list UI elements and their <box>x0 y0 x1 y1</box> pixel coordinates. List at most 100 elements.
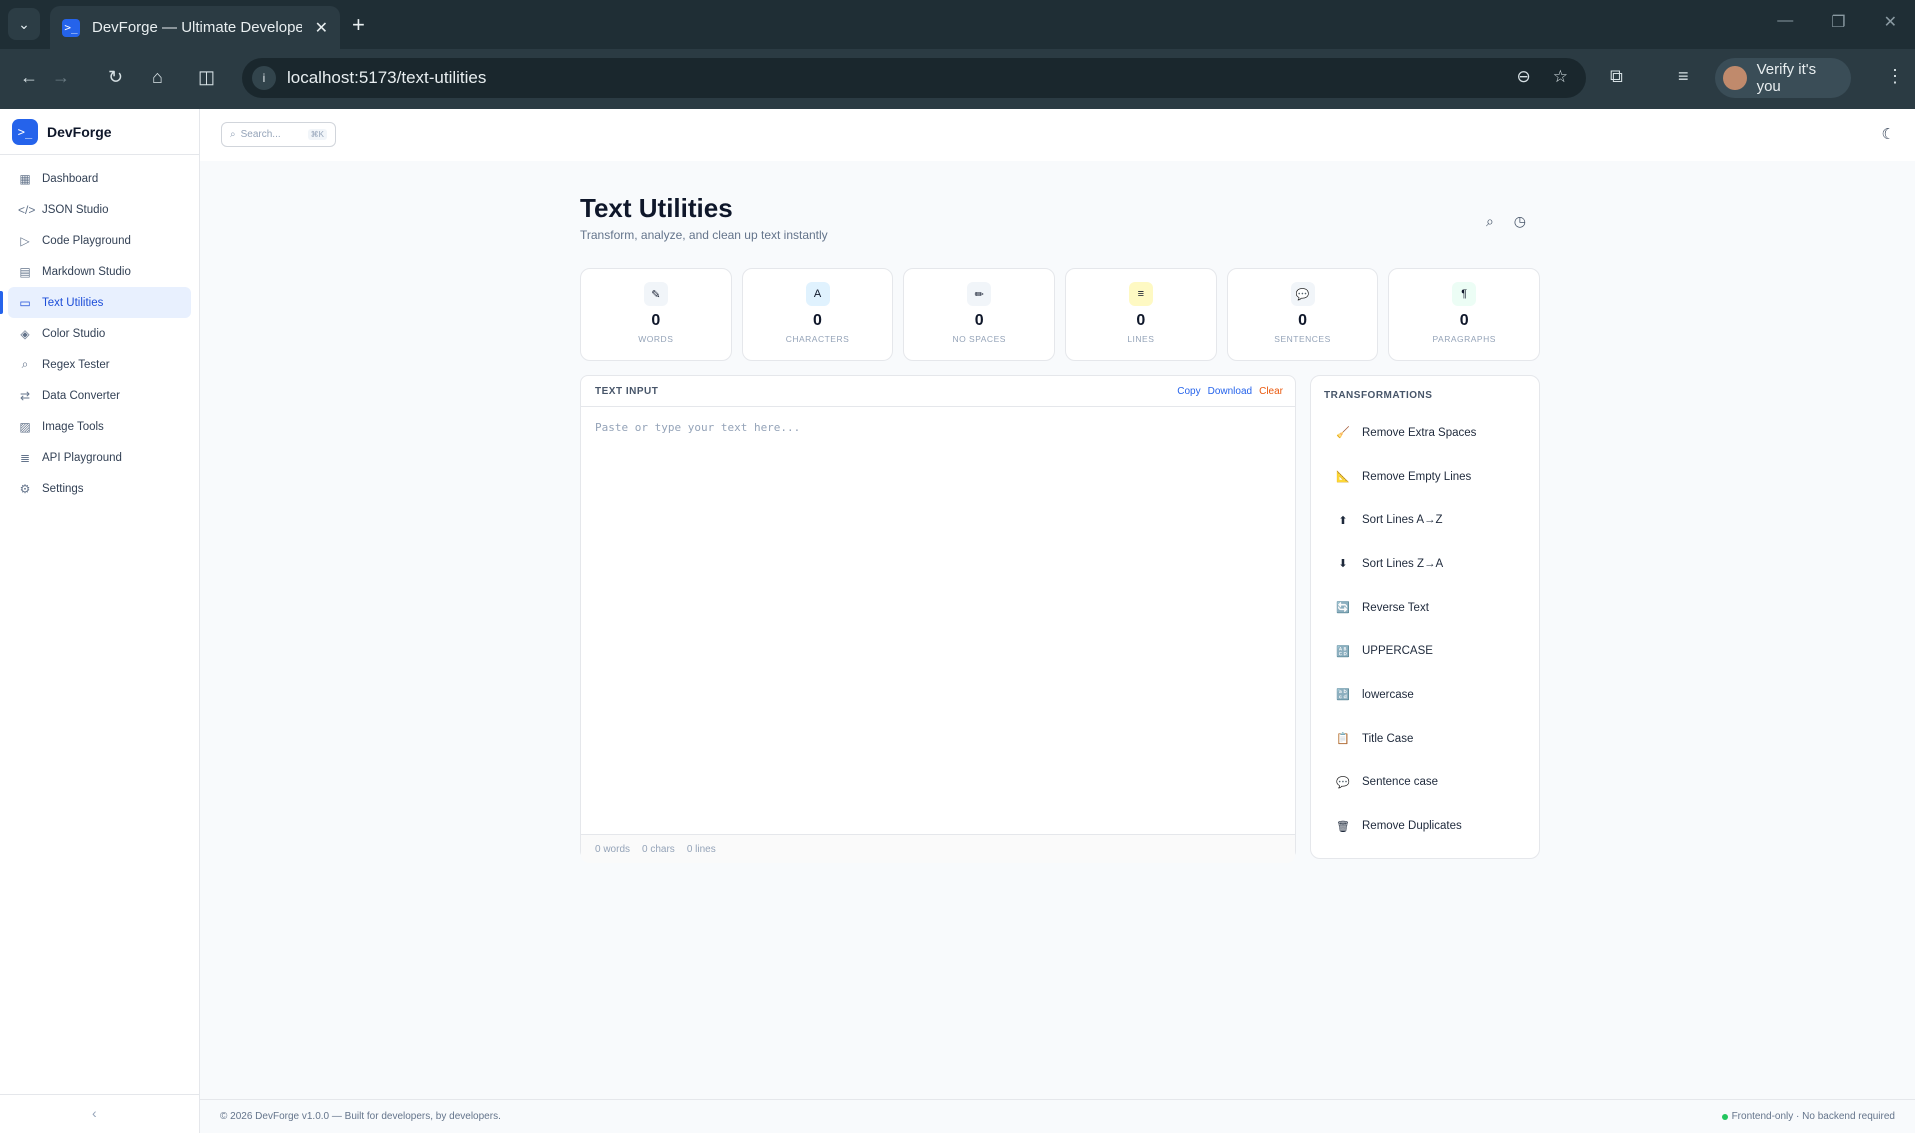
sidebar-nav: ▦ Dashboard </> JSON Studio ▷ Code Playground… <box>0 163 199 504</box>
search-icon[interactable]: ⌕ <box>1486 213 1494 230</box>
trash-icon: 🗑 <box>1336 820 1350 833</box>
page-subtitle: Transform, analyze, and clean up text in… <box>580 228 828 242</box>
lowercase-icon: 🔡 <box>1336 689 1350 702</box>
split-view-icon[interactable]: ◫ <box>198 67 215 88</box>
back-icon[interactable]: ← <box>20 67 38 88</box>
stat-card-words: ✎ 0 WORDS <box>580 268 732 361</box>
sidebar-item-regex-tester[interactable]: ⌕ Regex Tester <box>8 349 191 380</box>
sidebar-item-dashboard[interactable]: ▦ Dashboard <box>8 163 191 194</box>
sidebar-item-settings[interactable]: ⚙ Settings <box>8 473 191 504</box>
brand[interactable]: >_ DevForge <box>0 109 199 155</box>
transform-reverse-text[interactable]: 🔄 Reverse Text <box>1324 586 1526 630</box>
stat-value: 0 <box>1136 312 1146 329</box>
clear-button[interactable]: Clear <box>1259 386 1283 397</box>
transformations-list: 🧹 Remove Extra Spaces 📐 Remove Empty Lines ⬆… <box>1324 411 1526 848</box>
new-tab-icon[interactable]: + <box>352 12 365 38</box>
tab-title: DevForge — Ultimate Developer Toolkit <box>92 19 302 36</box>
sidebar: >_ DevForge ▦ Dashboard </> JSON Studio ▷ Cod… <box>0 109 200 1133</box>
stat-value: 0 <box>974 312 984 329</box>
moon-icon[interactable]: ☾ <box>1882 125 1895 143</box>
footer-copyright: © 2026 DevForge v1.0.0 — Built for devel… <box>220 1111 501 1122</box>
tab-search-chevron-icon[interactable]: ⌄ <box>8 8 40 40</box>
triangle-ruler-icon: 📐 <box>1336 471 1350 484</box>
transform-lowercase[interactable]: 🔡 lowercase <box>1324 673 1526 717</box>
media-controls-icon[interactable]: ≡ <box>1678 66 1689 87</box>
browser-toolbar: ← → ↻ ⌂ ◫ i localhost:5173/text-utilitie… <box>0 49 1915 109</box>
sidebar-item-markdown-studio[interactable]: ▤ Markdown Studio <box>8 256 191 287</box>
transform-label: Remove Duplicates <box>1362 820 1462 833</box>
reload-icon[interactable]: ↻ <box>108 67 123 88</box>
transform-sort-lines-z-a[interactable]: ⬇ Sort Lines Z→A <box>1324 542 1526 586</box>
global-search[interactable]: ⌕ Search... ⌘K <box>221 122 336 147</box>
transform-label: Sort Lines A→Z <box>1362 514 1443 527</box>
bookmark-star-icon[interactable]: ☆ <box>1553 67 1568 87</box>
transform-label: Remove Extra Spaces <box>1362 426 1477 439</box>
file-icon: ▤ <box>19 264 31 279</box>
text-input-area[interactable] <box>581 407 1295 829</box>
minimize-icon[interactable]: — <box>1777 12 1793 32</box>
sidebar-divider <box>0 1094 200 1095</box>
transform-label: Reverse Text <box>1362 601 1429 614</box>
restore-icon[interactable]: ❐ <box>1831 12 1845 32</box>
stat-card-sentences: 💬 0 SENTENCES <box>1226 268 1379 361</box>
browser-tab-strip: ⌄ >_ DevForge — Ultimate Developer Toolk… <box>0 0 1915 49</box>
clipboard-icon: 📋 <box>1336 733 1350 746</box>
site-info-icon[interactable]: i <box>252 66 276 90</box>
stat-card-characters: A 0 CHARACTERS <box>741 268 894 361</box>
text-input-title: TEXT INPUT <box>595 385 659 397</box>
play-icon: ▷ <box>20 233 30 248</box>
broom-icon: 🧹 <box>1336 427 1350 440</box>
search-icon: ⌕ <box>21 357 29 371</box>
text-input-actions: Copy Download Clear <box>1177 386 1283 397</box>
transform-sentence-case[interactable]: 💬 Sentence case <box>1324 761 1526 805</box>
forward-icon[interactable]: → <box>52 67 70 88</box>
transform-remove-duplicates[interactable]: 🗑 Remove Duplicates <box>1324 804 1526 848</box>
sidebar-item-data-converter[interactable]: ⇄ Data Converter <box>8 380 191 411</box>
address-bar[interactable]: i localhost:5173/text-utilities ⊖ ☆ <box>242 58 1586 98</box>
transform-label: Sentence case <box>1362 776 1439 789</box>
line-count: 0 lines <box>686 843 716 855</box>
url-text[interactable]: localhost:5173/text-utilities <box>287 68 486 88</box>
stat-label: SENTENCES <box>1274 334 1331 344</box>
transform-remove-empty-lines[interactable]: 📐 Remove Empty Lines <box>1324 455 1526 499</box>
stat-value: 0 <box>651 312 661 329</box>
transform-sort-lines-a-z[interactable]: ⬆ Sort Lines A→Z <box>1324 498 1526 542</box>
main-content: Text Utilities Transform, analyze, and c… <box>580 193 1541 863</box>
sidebar-item-code-playground[interactable]: ▷ Code Playground <box>8 225 191 256</box>
transform-uppercase[interactable]: 🔠 UPPERCASE <box>1324 629 1526 673</box>
transform-title-case[interactable]: 📋 Title Case <box>1324 717 1526 761</box>
tab-close-icon[interactable]: ✕ <box>315 18 328 38</box>
stat-label: CHARACTERS <box>785 334 850 344</box>
history-clock-icon[interactable]: ◷ <box>1514 213 1526 230</box>
close-window-icon[interactable]: ✕ <box>1884 12 1897 32</box>
stat-label: LINES <box>1127 334 1155 344</box>
sidebar-item-text-utilities[interactable]: ▭ Text Utilities <box>0 287 191 318</box>
profile-button[interactable]: Verify it's you <box>1715 58 1851 98</box>
home-icon[interactable]: ⌂ <box>152 67 163 88</box>
sidebar-item-label: Text Utilities <box>42 296 104 309</box>
copy-button[interactable]: Copy <box>1177 386 1200 397</box>
browser-tab-active[interactable]: >_ DevForge — Ultimate Developer Toolkit… <box>50 6 340 49</box>
collapse-sidebar-icon[interactable]: ‹ <box>92 1105 97 1121</box>
sidebar-item-image-tools[interactable]: ▨ Image Tools <box>8 411 191 442</box>
more-menu-icon[interactable]: ⋮ <box>1886 66 1904 87</box>
uppercase-icon: 🔠 <box>1336 645 1350 658</box>
stat-card-paragraphs: ¶ 0 PARAGRAPHS <box>1388 268 1541 361</box>
transformations-title: TRANSFORMATIONS <box>1324 390 1433 401</box>
message-icon: ▭ <box>19 295 31 310</box>
transform-remove-extra-spaces[interactable]: 🧹 Remove Extra Spaces <box>1324 411 1526 455</box>
gear-icon: ⚙ <box>19 481 31 496</box>
extensions-icon[interactable]: ⧉ <box>1610 66 1623 87</box>
database-icon: ≣ <box>19 450 31 465</box>
sidebar-item-json-studio[interactable]: </> JSON Studio <box>8 194 191 225</box>
code-icon: </> <box>18 202 36 217</box>
profile-label: Verify it's you <box>1756 61 1817 95</box>
sidebar-item-api-playground[interactable]: ≣ API Playground <box>8 442 191 473</box>
transform-label: lowercase <box>1362 688 1414 701</box>
zoom-icon[interactable]: ⊖ <box>1517 67 1531 87</box>
sidebar-item-label: Dashboard <box>42 172 99 185</box>
transform-label: Sort Lines Z→A <box>1362 557 1444 570</box>
download-button[interactable]: Download <box>1208 386 1252 397</box>
sidebar-item-color-studio[interactable]: ◈ Color Studio <box>8 318 191 349</box>
page-icon: ¶ <box>1452 282 1477 306</box>
